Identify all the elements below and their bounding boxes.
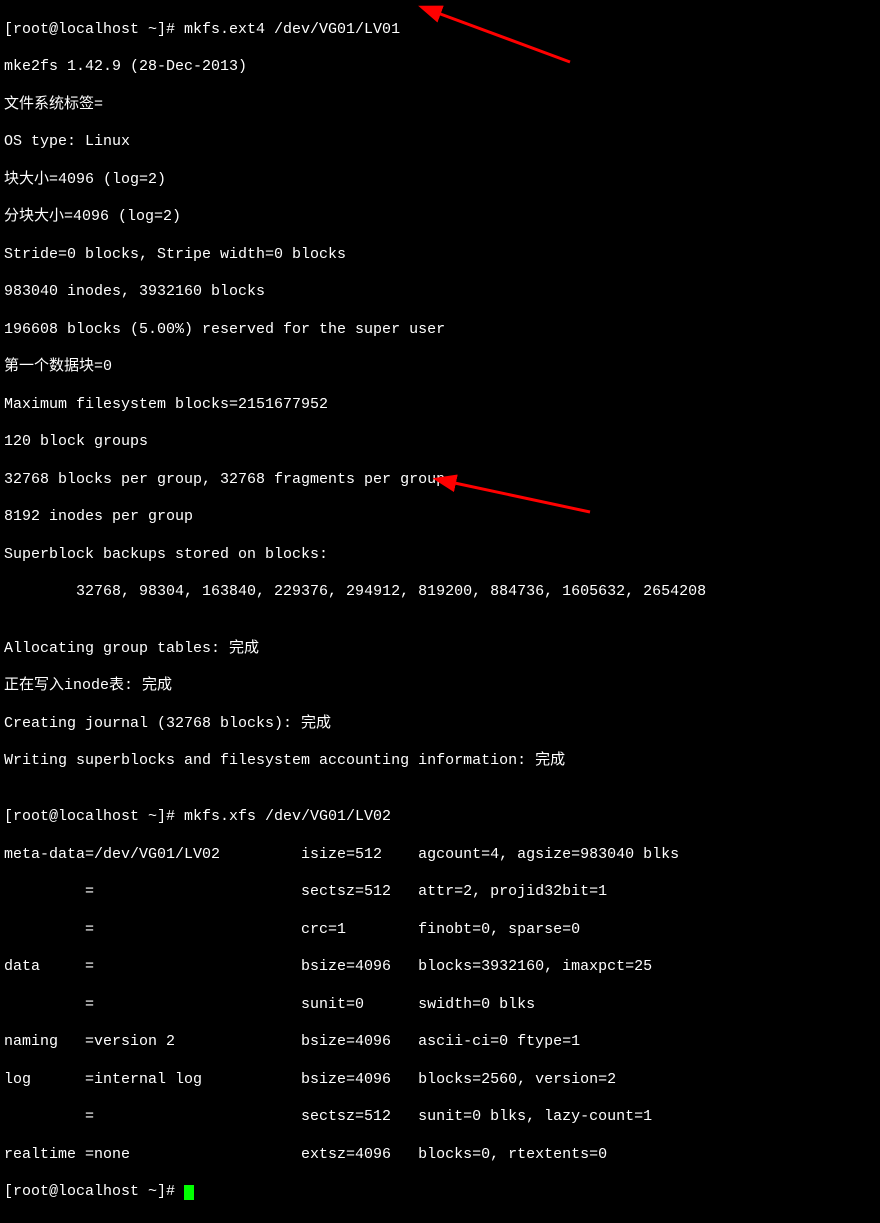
terminal-line: Stride=0 blocks, Stripe width=0 blocks (4, 246, 876, 265)
terminal-line: [root@localhost ~]# mkfs.xfs /dev/VG01/L… (4, 808, 876, 827)
terminal-line: OS type: Linux (4, 133, 876, 152)
terminal-output[interactable]: [root@localhost ~]# mkfs.ext4 /dev/VG01/… (0, 0, 880, 1223)
cursor (184, 1185, 194, 1200)
terminal-prompt[interactable]: [root@localhost ~]# (4, 1183, 876, 1202)
terminal-line: Creating journal (32768 blocks): 完成 (4, 715, 876, 734)
terminal-line: 正在写入inode表: 完成 (4, 677, 876, 696)
terminal-line: Maximum filesystem blocks=2151677952 (4, 396, 876, 415)
terminal-line: log =internal log bsize=4096 blocks=2560… (4, 1071, 876, 1090)
terminal-line: = sunit=0 swidth=0 blks (4, 996, 876, 1015)
terminal-line: = sectsz=512 sunit=0 blks, lazy-count=1 (4, 1108, 876, 1127)
terminal-line: = sectsz=512 attr=2, projid32bit=1 (4, 883, 876, 902)
terminal-line: meta-data=/dev/VG01/LV02 isize=512 agcou… (4, 846, 876, 865)
terminal-line: = crc=1 finobt=0, sparse=0 (4, 921, 876, 940)
terminal-line: 8192 inodes per group (4, 508, 876, 527)
terminal-line: naming =version 2 bsize=4096 ascii-ci=0 … (4, 1033, 876, 1052)
terminal-line: [root@localhost ~]# mkfs.ext4 /dev/VG01/… (4, 21, 876, 40)
terminal-line: 32768 blocks per group, 32768 fragments … (4, 471, 876, 490)
terminal-line: 120 block groups (4, 433, 876, 452)
terminal-line: 第一个数据块=0 (4, 358, 876, 377)
terminal-line: data = bsize=4096 blocks=3932160, imaxpc… (4, 958, 876, 977)
prompt-text: [root@localhost ~]# (4, 1183, 184, 1200)
terminal-line: 文件系统标签= (4, 96, 876, 115)
terminal-line: realtime =none extsz=4096 blocks=0, rtex… (4, 1146, 876, 1165)
terminal-line: Superblock backups stored on blocks: (4, 546, 876, 565)
terminal-line: 分块大小=4096 (log=2) (4, 208, 876, 227)
terminal-line: mke2fs 1.42.9 (28-Dec-2013) (4, 58, 876, 77)
terminal-line: 983040 inodes, 3932160 blocks (4, 283, 876, 302)
terminal-line: 32768, 98304, 163840, 229376, 294912, 81… (4, 583, 876, 602)
terminal-line: 196608 blocks (5.00%) reserved for the s… (4, 321, 876, 340)
terminal-line: 块大小=4096 (log=2) (4, 171, 876, 190)
terminal-line: Writing superblocks and filesystem accou… (4, 752, 876, 771)
